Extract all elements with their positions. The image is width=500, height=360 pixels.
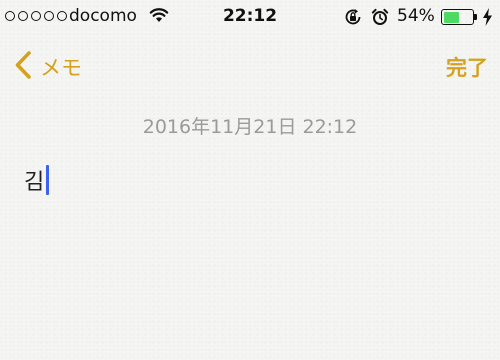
note-text-area[interactable]: 김 — [24, 164, 50, 196]
done-button[interactable]: 完了 — [446, 52, 488, 82]
chevron-left-icon — [14, 50, 32, 84]
back-button[interactable]: メモ — [14, 50, 82, 84]
note-date: 2016年11月21日 22:12 — [142, 116, 358, 138]
back-button-label: メモ — [40, 56, 82, 80]
charging-bolt-icon — [482, 8, 493, 31]
note-text: 김 — [24, 170, 45, 195]
rotation-lock-icon — [344, 8, 362, 31]
battery-tip — [474, 14, 477, 20]
battery-level-fill — [443, 11, 459, 23]
battery-icon — [441, 9, 474, 25]
text-cursor — [46, 165, 50, 195]
alarm-icon — [371, 8, 389, 31]
status-bar: docomo 22:12 54% — [0, 0, 500, 34]
battery-percentage: 54% — [397, 6, 435, 26]
